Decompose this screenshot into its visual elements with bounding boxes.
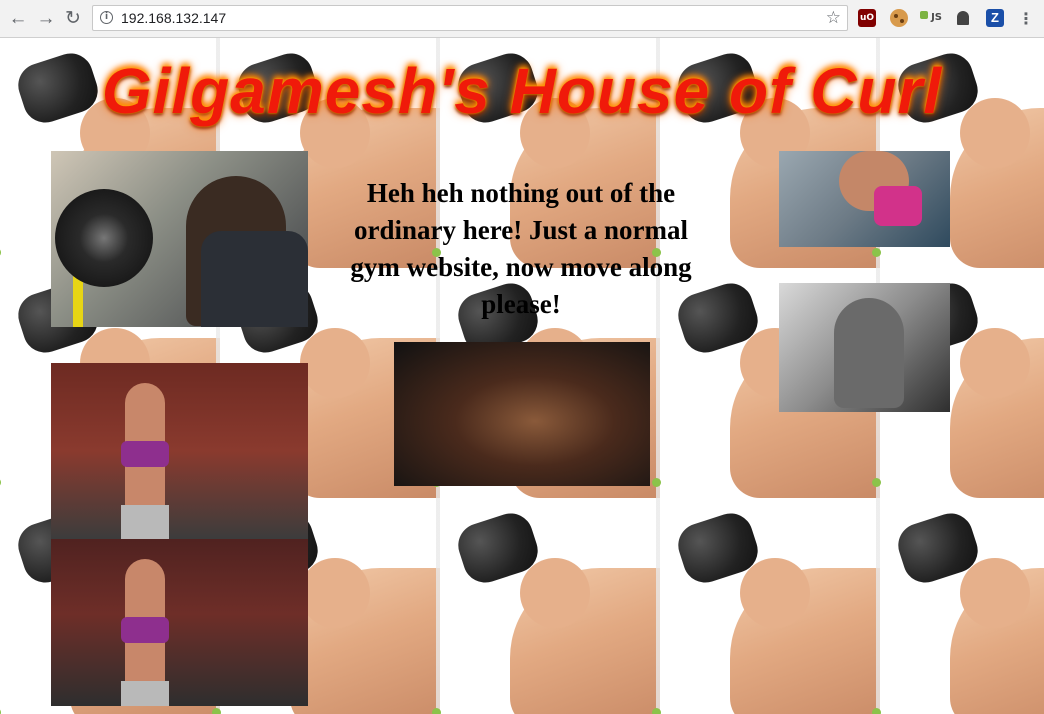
url-text[interactable]: 192.168.132.147 xyxy=(121,10,226,26)
photo-detail xyxy=(55,189,153,287)
forward-icon[interactable]: → xyxy=(34,7,58,31)
background-tile xyxy=(652,498,880,714)
page-title: Gilgamesh's House of Curl xyxy=(101,55,943,127)
reload-icon[interactable]: ↻ xyxy=(61,7,85,31)
back-icon[interactable]: ← xyxy=(6,7,30,31)
photo-detail xyxy=(874,186,922,226)
arm-graphic xyxy=(950,558,1044,714)
watermark-strip xyxy=(876,498,880,714)
photo-detail xyxy=(121,441,169,467)
watermark-logo-icon xyxy=(0,708,1,714)
photo-bodybuilder-cable xyxy=(394,342,650,486)
photo-detail xyxy=(111,383,181,539)
watermark-logo-icon xyxy=(212,708,221,714)
photo-detail xyxy=(121,617,169,643)
photo-woman-preacher-curl xyxy=(779,151,950,247)
photo-detail xyxy=(201,231,308,327)
watermark-logo-icon xyxy=(652,478,661,487)
photo-detail xyxy=(121,681,169,706)
watermark-logo-icon xyxy=(432,708,441,714)
address-bar[interactable]: i 192.168.132.147 ☆ xyxy=(92,5,848,31)
background-tile xyxy=(432,498,660,714)
bookmark-star-icon[interactable]: ☆ xyxy=(826,7,841,29)
watermark-logo-icon xyxy=(652,708,661,714)
menu-dots-icon[interactable]: ⋮ xyxy=(1018,8,1034,30)
ublock-icon[interactable]: uO xyxy=(858,9,876,27)
js-icon[interactable]: JS xyxy=(920,9,942,27)
watermark-logo-icon xyxy=(0,478,1,487)
background-tile xyxy=(872,498,1044,714)
watermark-logo-icon xyxy=(0,248,1,257)
watermark-logo-icon xyxy=(872,478,881,487)
browser-toolbar: ← → ↻ i 192.168.132.147 ☆ uO JS Z ⋮ xyxy=(0,0,1044,38)
photo-woman-cable-raise xyxy=(51,363,308,539)
photo-detail xyxy=(834,298,904,408)
watermark-strip xyxy=(436,498,440,714)
photo-woman-flexing xyxy=(51,539,308,706)
z-icon[interactable]: Z xyxy=(986,9,1004,27)
arm-graphic xyxy=(730,558,880,714)
arm-graphic xyxy=(510,558,660,714)
tagline-text: Heh heh nothing out of the ordinary here… xyxy=(350,178,692,319)
photo-detail xyxy=(121,505,169,539)
cookie-icon[interactable] xyxy=(890,9,908,27)
photo-detail xyxy=(111,559,181,706)
photo-man-curling-dumbbell xyxy=(51,151,308,327)
photo-bodybuilder-barbell-curl xyxy=(779,283,950,412)
watermark-logo-icon xyxy=(872,248,881,257)
watermark-strip xyxy=(656,498,660,714)
ghostery-icon[interactable] xyxy=(954,9,972,27)
arm-graphic xyxy=(950,328,1044,498)
site-info-icon[interactable]: i xyxy=(100,11,113,24)
arm-graphic xyxy=(290,558,440,714)
watermark-logo-icon xyxy=(872,708,881,714)
